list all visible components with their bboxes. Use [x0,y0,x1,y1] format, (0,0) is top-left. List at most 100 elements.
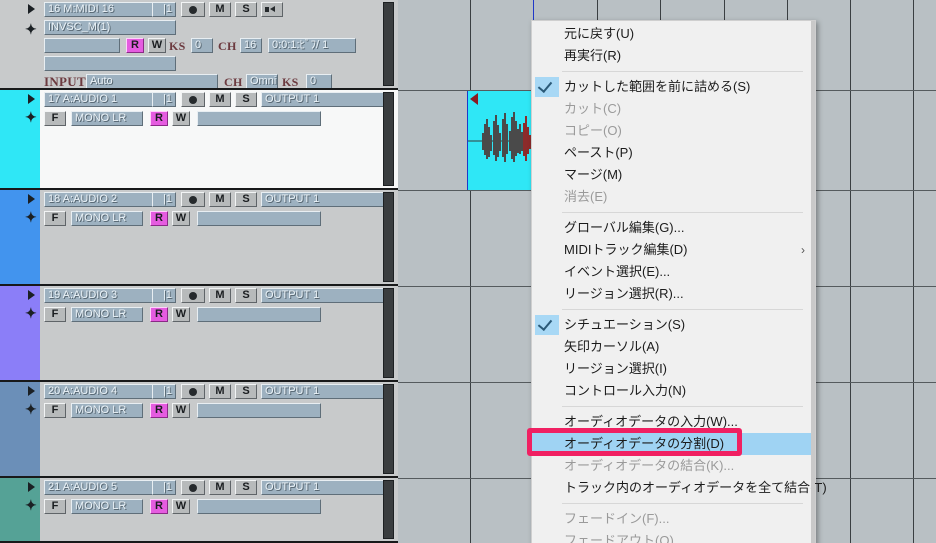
write-automation-button[interactable]: W [172,499,190,514]
menu-item-23[interactable]: トラック内のオーディオデータを全て結合(T) [532,477,827,499]
channel-mode-field[interactable]: MONO LR [71,307,143,322]
write-automation-button[interactable]: W [148,38,166,53]
mute-button[interactable]: M [209,192,231,207]
audio-volume-field[interactable] [197,211,321,226]
input-ks-value-field[interactable]: 0 [306,74,332,88]
record-arm-button[interactable] [181,384,205,399]
add-lane-icon[interactable]: ✦ [25,306,37,320]
track-row-audio-3[interactable]: ✦ 19 A:AUDIO 3 |1 M S OUTPUT 1 F MONO LR R W [0,286,398,382]
menu-item-11[interactable]: MIDIトラック編集(D) › [532,239,815,261]
menu-item-7[interactable]: マージ(M) [532,164,815,186]
solo-button[interactable]: S [235,2,257,17]
fx-button[interactable]: F [44,403,66,418]
fx-button[interactable]: F [44,211,66,226]
solo-button[interactable]: S [235,288,257,303]
audio-track-lane-field[interactable]: |1 [152,92,176,107]
expand-arrow-icon[interactable] [28,194,35,204]
fx-button[interactable]: F [44,307,66,322]
add-lane-icon[interactable]: ✦ [25,498,37,512]
track-scrollbar[interactable] [383,2,394,86]
audio-track-lane-field[interactable]: |1 [152,384,176,399]
mute-button[interactable]: M [209,480,231,495]
track-scrollbar[interactable] [383,92,394,186]
solo-button[interactable]: S [235,92,257,107]
fx-button[interactable]: F [44,111,66,126]
channel-mode-field[interactable]: MONO LR [71,111,143,126]
mute-button[interactable]: M [209,288,231,303]
context-menu[interactable]: 元に戻す(U) 再実行(R) カットした範囲を前に詰める(S) カット(C) コピー(O… [531,20,827,543]
mute-button[interactable]: M [209,92,231,107]
solo-button[interactable]: S [235,480,257,495]
output-routing-field[interactable]: OUTPUT 1 [261,192,386,207]
timecode-field[interactable]: 0:0:1:ﾋﾞﾌ/ 1 [268,38,356,53]
menu-item-18[interactable]: コントロール入力(N) [532,380,815,402]
audio-volume-field[interactable] [197,111,321,126]
audio-track-lane-field[interactable]: |1 [152,288,176,303]
output-routing-field[interactable]: OUTPUT 1 [261,384,386,399]
output-routing-field[interactable]: OUTPUT 1 [261,480,386,495]
read-automation-button[interactable]: R [150,499,168,514]
track-row-audio-2[interactable]: ✦ 18 A:AUDIO 2 |1 M S OUTPUT 1 F MONO LR R W [0,190,398,286]
context-menu-scrollbar[interactable] [811,21,815,543]
read-automation-button[interactable]: R [150,403,168,418]
audio-clip[interactable] [467,91,537,190]
menu-item-0[interactable]: 元に戻す(U) [532,23,815,45]
write-automation-button[interactable]: W [172,211,190,226]
track-row-audio-1[interactable]: ✦ 17 A:AUDIO 1 |1 M S OUTPUT 1 F MONO LR R W [0,90,398,190]
track-scrollbar[interactable] [383,480,394,539]
track-color-bar[interactable] [0,382,40,476]
audio-volume-field[interactable] [197,499,321,514]
midi-port-icon[interactable] [261,2,283,17]
track-row-audio-4[interactable]: ✦ 20 A:AUDIO 4 |1 M S OUTPUT 1 F MONO LR R W [0,382,398,478]
expand-arrow-icon[interactable] [28,482,35,492]
record-arm-button[interactable] [181,480,205,495]
ks-value-field[interactable]: 0 [191,38,213,53]
output-routing-field[interactable]: OUTPUT 1 [261,288,386,303]
audio-track-lane-field[interactable]: |1 [152,480,176,495]
track-scrollbar[interactable] [383,192,394,282]
output-routing-field[interactable]: OUTPUT 1 [261,92,386,107]
menu-item-13[interactable]: リージョン選択(R)... [532,283,815,305]
mute-button[interactable]: M [209,384,231,399]
add-lane-icon[interactable]: ✦ [25,22,37,36]
track-color-bar[interactable] [0,286,40,380]
track-scrollbar[interactable] [383,384,394,474]
add-lane-icon[interactable]: ✦ [25,110,37,124]
write-automation-button[interactable]: W [172,307,190,322]
expand-arrow-icon[interactable] [28,94,35,104]
expand-arrow-icon[interactable] [28,290,35,300]
track-color-bar[interactable] [0,90,40,188]
mute-button[interactable]: M [209,2,231,17]
track-scrollbar[interactable] [383,288,394,378]
midi-program-field[interactable]: INVSC_M(1) [44,20,176,35]
record-arm-button[interactable] [181,2,205,17]
add-lane-icon[interactable]: ✦ [25,402,37,416]
menu-item-3[interactable]: カットした範囲を前に詰める(S) [532,76,815,98]
channel-mode-field[interactable]: MONO LR [71,211,143,226]
menu-item-16[interactable]: 矢印カーソル(A) [532,336,815,358]
input-value-field[interactable]: Auto [86,74,218,88]
write-automation-button[interactable]: W [172,403,190,418]
expand-arrow-icon[interactable] [28,4,35,14]
write-automation-button[interactable]: W [172,111,190,126]
midi-track-lane-field[interactable]: |1 [152,2,176,17]
record-arm-button[interactable] [181,92,205,107]
read-automation-button[interactable]: R [150,211,168,226]
menu-item-12[interactable]: イベント選択(E)... [532,261,815,283]
read-automation-button[interactable]: R [126,38,144,53]
input-ch-value-field[interactable]: Omni [246,74,278,88]
menu-item-6[interactable]: ペースト(P) [532,142,815,164]
audio-volume-field[interactable] [197,307,321,322]
read-automation-button[interactable]: R [150,111,168,126]
track-color-bar[interactable] [0,190,40,284]
add-lane-icon[interactable]: ✦ [25,210,37,224]
fx-button[interactable]: F [44,499,66,514]
menu-item-1[interactable]: 再実行(R) [532,45,815,67]
midi-extra-field[interactable] [44,56,176,71]
record-arm-button[interactable] [181,288,205,303]
expand-arrow-icon[interactable] [28,386,35,396]
solo-button[interactable]: S [235,192,257,207]
track-row-audio-5[interactable]: ✦ 21 A:AUDIO 5 |1 M S OUTPUT 1 F MONO LR R W [0,478,398,543]
channel-mode-field[interactable]: MONO LR [71,403,143,418]
track-row-midi[interactable]: ✦ 16 M:MIDI 16 |1 M S INVSC_M(1) R W KS … [0,0,398,90]
